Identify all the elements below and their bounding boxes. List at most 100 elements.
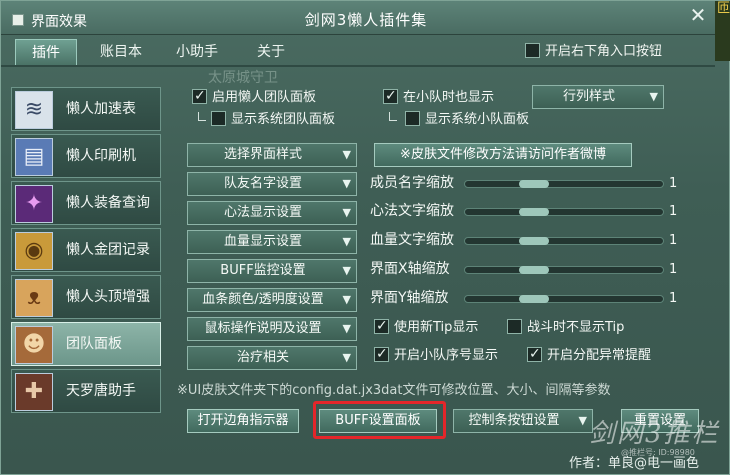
kungfu-text-scale-slider[interactable] bbox=[464, 208, 664, 216]
y-axis-scale-slider[interactable] bbox=[464, 295, 664, 303]
sidebar: ≋ 懒人加速表 ▤ 懒人印刷机 ✦ 懒人装备查询 ◉ 懒人金团记录 ᴥ 懒人头顶… bbox=[7, 79, 161, 413]
layout-style-value: 行列样式 bbox=[562, 89, 615, 104]
window-title: 剑网3懒人插件集 bbox=[304, 11, 428, 29]
no-tip-combat-checkbox[interactable]: 战斗时不显示Tip bbox=[507, 319, 624, 337]
coin-icon: ◉ bbox=[15, 232, 53, 270]
skin-help-button[interactable]: ※皮肤文件修改方法请访问作者微博 bbox=[374, 143, 632, 167]
close-button[interactable]: ✕ bbox=[687, 5, 709, 27]
chevron-down-icon: ▼ bbox=[578, 414, 587, 427]
corner-entry-box[interactable] bbox=[525, 43, 540, 58]
member-name-scale-label: 成员名字缩放 bbox=[370, 175, 454, 191]
teammate-name-dropdown[interactable]: 队友名字设置 ▼ bbox=[187, 172, 357, 196]
hp-text-scale-label: 血量文字缩放 bbox=[370, 232, 454, 248]
background-edge: 匝 bbox=[715, 1, 730, 61]
team-number-box[interactable] bbox=[374, 345, 389, 363]
crossbow-icon: ✚ bbox=[15, 373, 53, 411]
chevron-down-icon: ▼ bbox=[342, 235, 351, 248]
sidebar-item-team-panel[interactable]: ☻ 团队面板 bbox=[11, 322, 161, 366]
hpbar-color-dropdown[interactable]: 血条颜色/透明度设置 ▼ bbox=[187, 288, 357, 312]
sidebar-item-speed-table[interactable]: ≋ 懒人加速表 bbox=[11, 87, 161, 131]
book-icon: ▤ bbox=[15, 138, 53, 176]
show-in-small-team-label: 在小队时也显示 bbox=[403, 90, 495, 105]
hp-display-label: 血量显示设置 bbox=[223, 234, 302, 249]
member-name-scale-value: 1 bbox=[669, 176, 678, 191]
slider-thumb[interactable] bbox=[519, 266, 549, 274]
show-system-team-checkbox[interactable]: 显示系统团队面板 bbox=[211, 111, 335, 129]
sidebar-item-head-enhance[interactable]: ᴥ 懒人头顶增强 bbox=[11, 275, 161, 319]
corner-indicator-button[interactable]: 打开边角指示器 bbox=[187, 409, 299, 433]
y-axis-scale-label: 界面Y轴缩放 bbox=[370, 290, 449, 306]
tab-ledger[interactable]: 账目本 bbox=[91, 39, 151, 65]
x-axis-scale-value: 1 bbox=[669, 262, 678, 277]
slider-thumb[interactable] bbox=[519, 295, 549, 303]
no-tip-combat-box[interactable] bbox=[507, 319, 522, 334]
sidebar-item-printer[interactable]: ▤ 懒人印刷机 bbox=[11, 134, 161, 178]
slider-thumb[interactable] bbox=[519, 208, 549, 216]
team-number-label: 开启小队序号显示 bbox=[394, 348, 499, 363]
chevron-down-icon: ▼ bbox=[342, 322, 351, 335]
edge-glyph: 匝 bbox=[717, 1, 730, 16]
hp-text-scale-slider[interactable] bbox=[464, 237, 664, 245]
plugin-window: 界面效果 剑网3懒人插件集 ✕ 匝 插件 账目本 小助手 关于 开启右下角入口按… bbox=[0, 0, 730, 475]
alloc-warning-checkbox[interactable]: 开启分配异常提醒 bbox=[527, 345, 651, 365]
enable-team-panel-box[interactable] bbox=[192, 87, 207, 105]
wind-icon: ≋ bbox=[15, 91, 53, 129]
chevron-down-icon: ▼ bbox=[342, 148, 351, 161]
buff-monitor-dropdown[interactable]: BUFF监控设置 ▼ bbox=[187, 259, 357, 283]
show-system-small-box[interactable] bbox=[405, 111, 420, 126]
teammate-name-label: 队友名字设置 bbox=[223, 176, 302, 191]
show-in-small-team-checkbox[interactable]: 在小队时也显示 bbox=[383, 87, 495, 107]
tab-plugins[interactable]: 插件 bbox=[15, 39, 77, 65]
show-system-small-checkbox[interactable]: 显示系统小队面板 bbox=[405, 111, 529, 129]
layout-style-dropdown[interactable]: 行列样式 ▼ bbox=[532, 85, 664, 109]
hpbar-color-label: 血条颜色/透明度设置 bbox=[202, 292, 324, 307]
mouse-settings-label: 鼠标操作说明及设置 bbox=[204, 321, 322, 336]
corner-entry-label: 开启右下角入口按钮 bbox=[545, 44, 663, 59]
chevron-down-icon: ▼ bbox=[342, 293, 351, 306]
control-bar-dropdown[interactable]: 控制条按钮设置 ▼ bbox=[453, 409, 593, 433]
enable-team-panel-label: 启用懒人团队面板 bbox=[212, 90, 317, 105]
alloc-warning-box[interactable] bbox=[527, 345, 542, 363]
ui-style-label: 选择界面样式 bbox=[223, 147, 302, 162]
hp-text-scale-value: 1 bbox=[669, 233, 678, 248]
titlebar: 界面效果 剑网3懒人插件集 ✕ bbox=[1, 1, 730, 35]
chevron-down-icon: ▼ bbox=[649, 90, 658, 103]
kungfu-text-scale-label: 心法文字缩放 bbox=[370, 203, 454, 219]
mouse-settings-dropdown[interactable]: 鼠标操作说明及设置 ▼ bbox=[187, 317, 357, 341]
fox-icon: ᴥ bbox=[15, 279, 53, 317]
sidebar-item-label: 懒人金团记录 bbox=[66, 242, 150, 258]
member-name-scale-slider[interactable] bbox=[464, 180, 664, 188]
healing-label: 治疗相关 bbox=[236, 350, 289, 365]
team-number-checkbox[interactable]: 开启小队序号显示 bbox=[374, 345, 499, 365]
healing-dropdown[interactable]: 治疗相关 ▼ bbox=[187, 346, 357, 370]
enable-team-panel-checkbox[interactable]: 启用懒人团队面板 bbox=[192, 87, 317, 107]
slider-thumb[interactable] bbox=[519, 180, 549, 188]
kungfu-text-scale-value: 1 bbox=[669, 204, 678, 219]
sidebar-item-tangmen-assistant[interactable]: ✚ 天罗唐助手 bbox=[11, 369, 161, 413]
slider-thumb[interactable] bbox=[519, 237, 549, 245]
sidebar-item-label: 团队面板 bbox=[66, 336, 122, 352]
corner-entry-checkbox[interactable]: 开启右下角入口按钮 bbox=[525, 43, 662, 61]
new-tip-box[interactable] bbox=[374, 317, 389, 335]
sidebar-item-label: 懒人头顶增强 bbox=[66, 289, 150, 305]
show-system-small-label: 显示系统小队面板 bbox=[425, 112, 530, 127]
chevron-down-icon: ▼ bbox=[342, 264, 351, 277]
tree-connector bbox=[389, 112, 397, 121]
tree-connector bbox=[198, 112, 206, 121]
x-axis-scale-slider[interactable] bbox=[464, 266, 664, 274]
sidebar-item-gold-record[interactable]: ◉ 懒人金团记录 bbox=[11, 228, 161, 272]
kungfu-display-label: 心法显示设置 bbox=[223, 205, 302, 220]
new-tip-checkbox[interactable]: 使用新Tip显示 bbox=[374, 317, 478, 337]
sidebar-item-equipment-query[interactable]: ✦ 懒人装备查询 bbox=[11, 181, 161, 225]
kungfu-display-dropdown[interactable]: 心法显示设置 ▼ bbox=[187, 201, 357, 225]
author-credit: 作者：单良@电一画色 bbox=[569, 456, 700, 471]
tab-assistant[interactable]: 小助手 bbox=[165, 39, 229, 65]
tab-about[interactable]: 关于 bbox=[245, 39, 297, 65]
no-tip-combat-label: 战斗时不显示Tip bbox=[527, 320, 625, 335]
show-system-team-box[interactable] bbox=[211, 111, 226, 126]
hp-display-dropdown[interactable]: 血量显示设置 ▼ bbox=[187, 230, 357, 254]
ui-style-dropdown[interactable]: 选择界面样式 ▼ bbox=[187, 143, 357, 167]
team-panel-settings: 启用懒人团队面板 在小队时也显示 行列样式 ▼ 显示系统团队面板 显示系统小队面板… bbox=[177, 79, 717, 433]
control-bar-label: 控制条按钮设置 bbox=[468, 413, 560, 428]
show-in-small-team-box[interactable] bbox=[383, 87, 398, 105]
